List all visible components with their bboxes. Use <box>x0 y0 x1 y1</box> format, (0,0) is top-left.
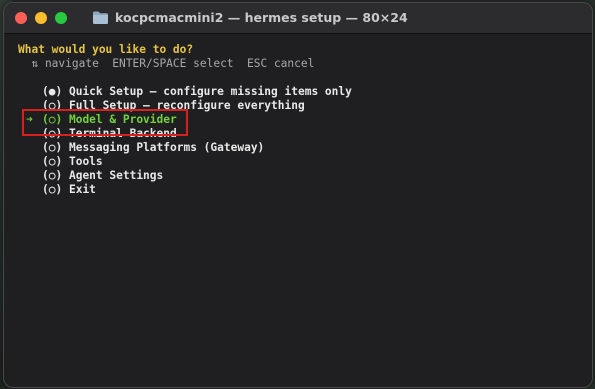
menu-option-exit[interactable]: (○) Exit <box>42 183 96 197</box>
highlight-annotation-box <box>22 109 188 136</box>
radio-empty-icon: (○) <box>42 183 63 196</box>
prompt-text: What would you like to do? <box>18 43 194 56</box>
window-title: kocpcmacmini2 — hermes setup — 80×24 <box>115 10 408 25</box>
radio-empty-icon: (○) <box>42 155 63 168</box>
terminal-window: kocpcmacmini2 — hermes setup — 80×24 Wha… <box>3 2 593 388</box>
menu-option-agent-settings[interactable]: (○) Agent Settings <box>42 169 163 183</box>
menu-option-label: Exit <box>68 183 96 196</box>
folder-icon <box>93 11 108 24</box>
menu-option-quick-setup[interactable]: (●) Quick Setup – configure missing item… <box>42 85 352 99</box>
window-title-group: kocpcmacmini2 — hermes setup — 80×24 <box>92 10 408 25</box>
navigation-hint: ⇅ navigate ENTER/SPACE select ESC cancel <box>18 57 315 70</box>
menu-option-label: Quick Setup – configure missing items on… <box>68 85 352 98</box>
radio-empty-icon: (○) <box>42 169 63 182</box>
menu-option-messaging-platforms[interactable]: (○) Messaging Platforms (Gateway) <box>42 141 264 155</box>
menu-option-tools[interactable]: (○) Tools <box>42 155 103 169</box>
radio-selected-icon: (●) <box>42 85 63 98</box>
title-bar[interactable]: kocpcmacmini2 — hermes setup — 80×24 <box>4 3 592 34</box>
radio-empty-icon: (○) <box>42 141 63 154</box>
close-button[interactable] <box>15 12 27 24</box>
maximize-button[interactable] <box>55 12 67 24</box>
menu-option-label: Messaging Platforms (Gateway) <box>68 141 265 154</box>
menu-option-label: Agent Settings <box>68 169 164 182</box>
menu-option-label: Tools <box>68 155 103 168</box>
minimize-button[interactable] <box>35 12 47 24</box>
terminal-content[interactable]: What would you like to do? ⇅ navigate EN… <box>4 34 592 387</box>
